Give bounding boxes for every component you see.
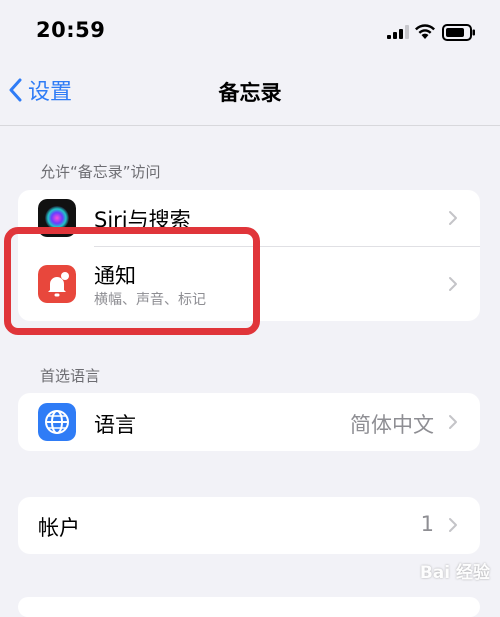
watermark: Bai 经验: [419, 563, 490, 583]
chevron-right-icon: [449, 211, 457, 225]
chevron-right-icon: [449, 415, 457, 429]
cellular-signal-icon: [387, 25, 409, 39]
chevron-right-icon: [449, 277, 457, 291]
page-title: 备忘录: [218, 81, 282, 105]
globe-icon: [38, 403, 76, 441]
next-card-partial: [18, 597, 480, 617]
language-row[interactable]: 语言 简体中文: [18, 393, 480, 451]
section-header-language: 首选语言: [40, 367, 101, 385]
status-time: 20:59: [36, 18, 106, 42]
battery-icon: [442, 24, 475, 41]
chevron-right-icon: [449, 518, 457, 532]
language-card: 语言 简体中文: [18, 393, 480, 451]
nav-divider: [0, 125, 500, 126]
accounts-row[interactable]: 帐户 1: [18, 497, 480, 554]
accounts-card: 帐户 1: [18, 497, 480, 554]
accounts-value: 1: [420, 512, 434, 536]
highlight-box: [4, 227, 260, 335]
section-header-access: 允许“备忘录”访问: [40, 163, 161, 181]
language-label: 语言: [94, 413, 136, 437]
language-value: 简体中文: [350, 413, 434, 437]
accounts-label: 帐户: [38, 516, 80, 540]
wifi-icon: [415, 24, 435, 39]
